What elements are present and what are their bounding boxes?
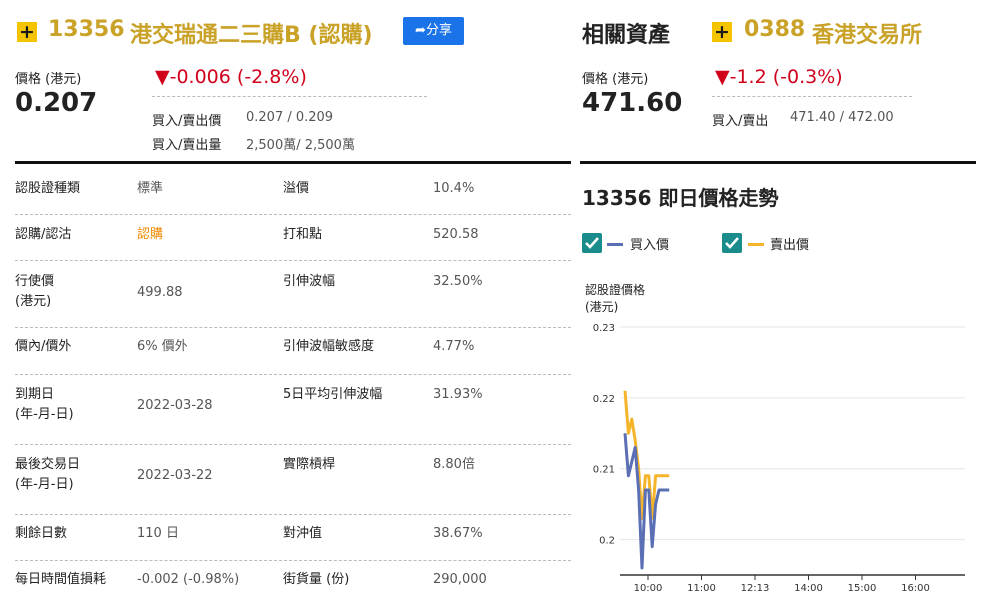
table-row-divider bbox=[15, 260, 571, 261]
check-icon bbox=[725, 237, 739, 249]
table-row-label: 認購/認沽 bbox=[15, 227, 72, 242]
share-arrow-icon: ➦ bbox=[415, 23, 426, 38]
bid-series-line bbox=[623, 433, 670, 570]
table-row-value: 110 日 bbox=[137, 526, 179, 541]
chart-ylabel: 認股證價格 bbox=[585, 283, 646, 297]
table-row-value: 520.58 bbox=[433, 227, 479, 242]
table-row-label: 認股證種類 bbox=[15, 181, 81, 196]
x-tick-label: 15:00 bbox=[848, 583, 877, 594]
bid-ask-price-label: 買入/賣出價 bbox=[152, 114, 222, 129]
ask-legend-swatch bbox=[748, 243, 764, 246]
related-bid-ask-value: 471.40 / 472.00 bbox=[790, 110, 894, 125]
bid-ask-vol-label: 買入/賣出量 bbox=[152, 138, 222, 153]
table-row-label: 引伸波幅 bbox=[283, 274, 336, 289]
section-divider bbox=[580, 161, 976, 164]
check-icon bbox=[585, 237, 599, 249]
bid-legend-label: 買入價 bbox=[630, 238, 670, 253]
y-tick-label: 0.23 bbox=[593, 323, 615, 334]
bid-ask-vol-value: 2,500萬/ 2,500萬 bbox=[246, 138, 355, 153]
table-row-label: 到期日 (年-月-日) bbox=[15, 387, 74, 422]
ask-checkbox[interactable] bbox=[722, 233, 742, 253]
related-change: ▼-1.2 (-0.3%) bbox=[715, 66, 843, 88]
table-row-value: 38.67% bbox=[433, 526, 483, 541]
table-row-divider bbox=[15, 374, 571, 375]
table-row-divider bbox=[15, 214, 571, 215]
price-change: ▼-0.006 (-2.8%) bbox=[155, 66, 307, 88]
table-row-value: 499.88 bbox=[137, 285, 183, 300]
price-label: 價格 (港元) bbox=[15, 72, 82, 87]
add-related-icon[interactable]: + bbox=[712, 22, 732, 42]
table-row-value: -0.002 (-0.98%) bbox=[137, 572, 240, 587]
x-tick-label: 14:00 bbox=[794, 583, 823, 594]
table-row-value: 2022-03-28 bbox=[137, 398, 213, 413]
y-tick-label: 0.2 bbox=[599, 536, 615, 547]
price-value: 0.207 bbox=[15, 88, 98, 118]
bid-ask-price-value: 0.207 / 0.209 bbox=[246, 110, 334, 125]
warrant-name: 港交瑞通二三購B (認購) bbox=[130, 23, 373, 48]
related-title: 相關資產 bbox=[582, 23, 671, 48]
related-price-value: 471.60 bbox=[582, 88, 683, 118]
divider bbox=[152, 96, 427, 97]
table-row-label: 實際槓桿 bbox=[283, 457, 336, 472]
bid-checkbox[interactable] bbox=[582, 233, 602, 253]
table-row-value: 290,000 bbox=[433, 572, 487, 587]
table-row-value: 31.93% bbox=[433, 387, 483, 402]
table-row-label: 行使價 (港元) bbox=[15, 274, 55, 309]
table-row-label: 對沖值 bbox=[283, 526, 323, 541]
table-row-value: 32.50% bbox=[433, 274, 483, 289]
x-tick-label: 11:00 bbox=[687, 583, 716, 594]
table-row-value: 8.80倍 bbox=[433, 457, 475, 472]
ask-legend-label: 賣出價 bbox=[770, 238, 810, 253]
table-row-label: 溢價 bbox=[283, 181, 310, 196]
bid-legend-swatch bbox=[607, 243, 623, 246]
y-tick-label: 0.22 bbox=[593, 394, 615, 405]
table-row-divider bbox=[15, 514, 571, 515]
x-tick-label: 12:13 bbox=[741, 583, 770, 594]
add-watchlist-icon[interactable]: + bbox=[17, 22, 37, 42]
x-tick-label: 16:00 bbox=[901, 583, 930, 594]
ask-series-line bbox=[623, 390, 670, 520]
table-row-value: 10.4% bbox=[433, 181, 475, 196]
warrant-code: 13356 bbox=[48, 17, 125, 42]
related-price-label: 價格 (港元) bbox=[582, 72, 649, 87]
divider bbox=[712, 96, 912, 97]
x-tick-label: 10:00 bbox=[634, 583, 663, 594]
table-row-label: 價內/價外 bbox=[15, 339, 72, 354]
related-bid-ask-label: 買入/賣出 bbox=[712, 114, 769, 129]
y-tick-label: 0.21 bbox=[593, 465, 615, 476]
table-row-value: 標準 bbox=[137, 181, 164, 196]
table-row-label: 引伸波幅敏感度 bbox=[283, 339, 375, 354]
related-name[interactable]: 香港交易所 bbox=[812, 17, 922, 49]
price-trend-chart: 0.23 0.22 0.21 0.2 10:00 11:00 12:13 14:00 15:00… bbox=[593, 323, 965, 594]
table-row-divider bbox=[15, 327, 571, 328]
table-row-value: 2022-03-22 bbox=[137, 468, 213, 483]
table-row-label: 剩餘日數 bbox=[15, 526, 68, 541]
table-row-divider bbox=[15, 444, 571, 445]
section-divider bbox=[15, 161, 571, 164]
chart-title: 13356 即日價格走勢 bbox=[582, 186, 779, 210]
table-row-value: 認購 bbox=[137, 227, 164, 242]
share-button[interactable]: ➦分享 bbox=[403, 17, 464, 45]
table-row-divider bbox=[15, 560, 571, 561]
table-row-label: 每日時間值損耗 bbox=[15, 572, 107, 587]
table-row-value: 6% 價外 bbox=[137, 339, 188, 354]
table-row-label: 5日平均引伸波幅 bbox=[283, 387, 383, 402]
related-code[interactable]: 0388 bbox=[744, 17, 805, 42]
table-row-label: 打和點 bbox=[283, 227, 323, 242]
table-row-label: 街貨量 (份) bbox=[283, 572, 350, 587]
table-row-value: 4.77% bbox=[433, 339, 475, 354]
table-row-label: 最後交易日 (年-月-日) bbox=[15, 457, 81, 492]
